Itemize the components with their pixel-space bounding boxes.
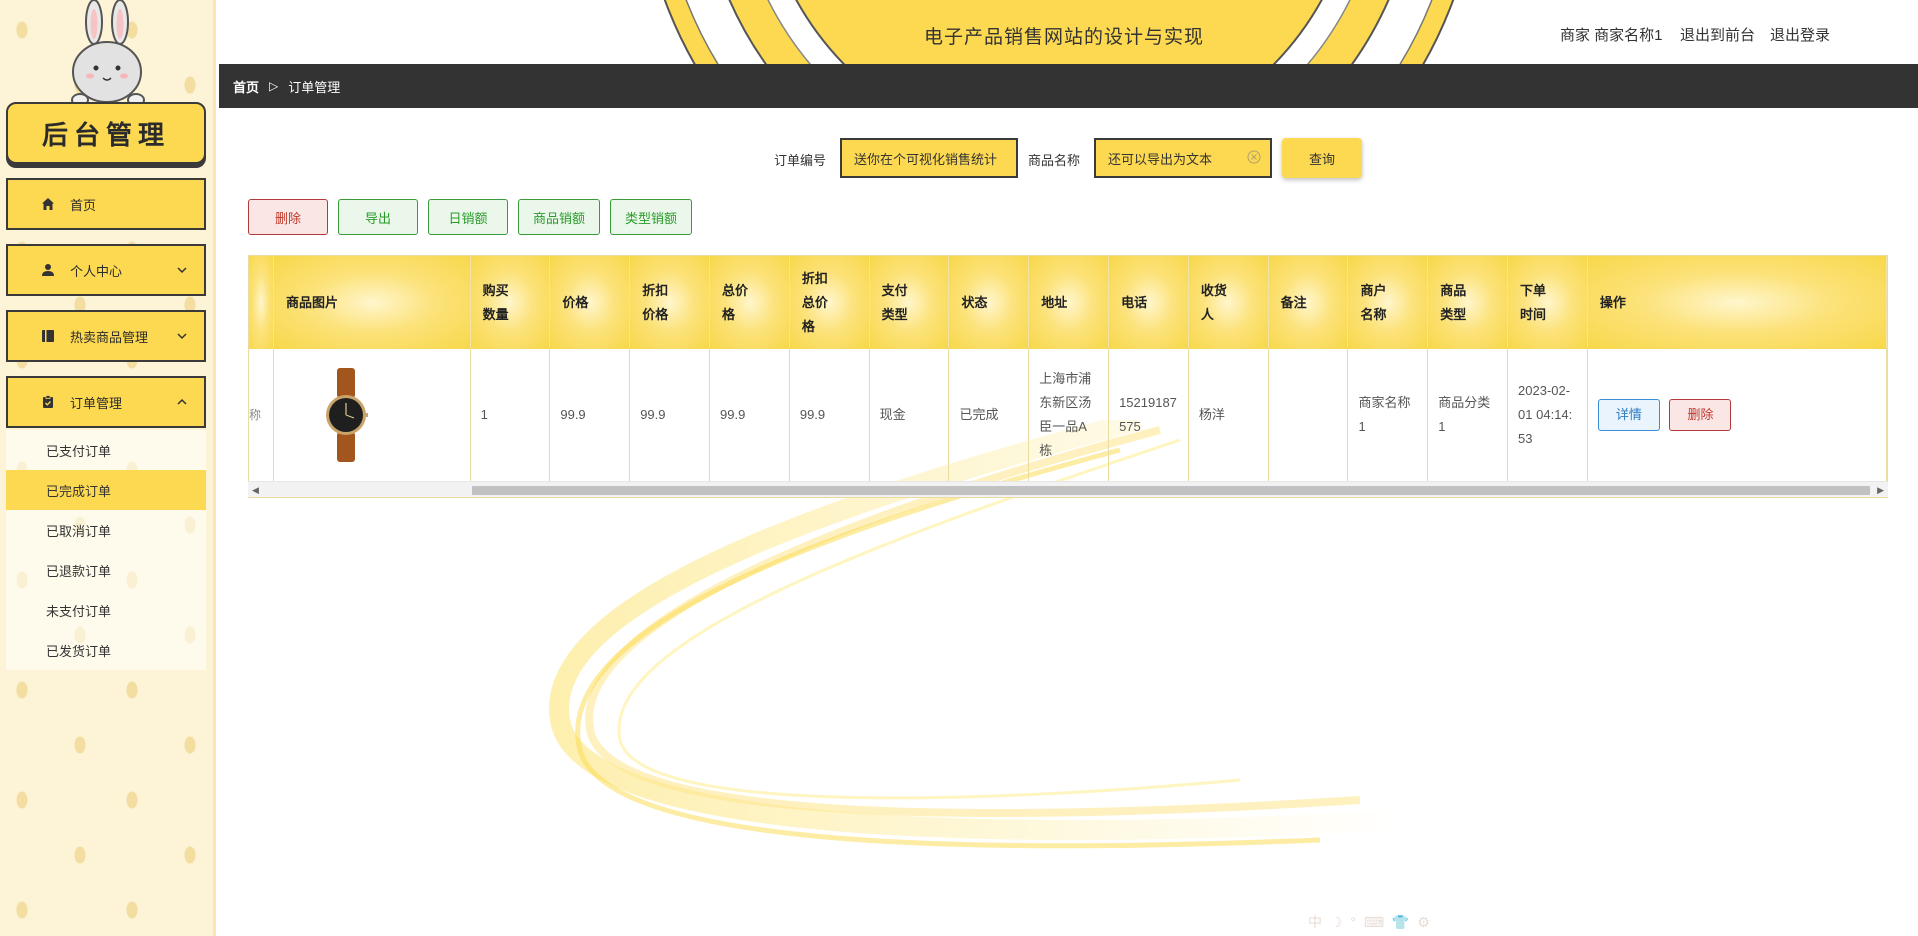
sidebar: 后台管理 首页 个人中心 热卖商品管理 订单管理 已支付订单 已完成订单 已取消… xyxy=(0,0,216,936)
menu-item-label: 订单管理 xyxy=(70,395,123,411)
table-horizontal-scrollbar[interactable]: ◀ ▶ xyxy=(248,481,1888,497)
breadcrumb-separator-icon: ▷ xyxy=(269,79,279,93)
submenu-cancelled-orders[interactable]: 已取消订单 xyxy=(6,510,206,550)
menu-item-profile[interactable]: 个人中心 xyxy=(6,244,206,296)
home-icon xyxy=(40,196,56,212)
table-header-row: 商品图片 购买 数量 价格 折扣 价格 总价 格 折扣 总价 格 支付 类型 状… xyxy=(249,256,1887,349)
phone-cell: 15219187575 xyxy=(1108,349,1189,481)
pay-type-cell: 现金 xyxy=(869,349,950,481)
product-type-cell: 商品分类1 xyxy=(1427,349,1509,481)
column-header: 下单 时间 xyxy=(1507,256,1588,349)
column-header: 商品图片 xyxy=(273,256,471,349)
chevron-down-icon xyxy=(177,333,187,340)
submenu-shipped-orders[interactable]: 已发货订单 xyxy=(6,630,206,670)
menu-item-label: 热卖商品管理 xyxy=(70,329,149,345)
column-header: 收货 人 xyxy=(1188,256,1269,349)
column-header: 购买 数量 xyxy=(470,256,551,349)
submenu-refunded-orders[interactable]: 已退款订单 xyxy=(6,550,206,590)
brand-logo: 后台管理 xyxy=(6,102,206,164)
status-cell: 已完成 xyxy=(948,349,1030,481)
scroll-right-icon[interactable]: ▶ xyxy=(1877,485,1884,496)
row-delete-button[interactable]: 删除 xyxy=(1669,399,1732,431)
total-price-cell: 99.9 xyxy=(709,349,790,481)
scrollbar-thumb[interactable] xyxy=(472,486,1870,495)
column-header: 商户 名称 xyxy=(1347,256,1429,349)
column-header: 支付 类型 xyxy=(869,256,950,349)
table-row: 称 1 99.9 99.9 99.9 99.9 现金 已完成 上海市浦东新区汤臣… xyxy=(249,349,1887,481)
column-header: 价格 xyxy=(549,256,631,349)
merchant-cell: 商家名称1 xyxy=(1347,349,1429,481)
product-image-cell xyxy=(273,349,471,481)
rabbit-mascot-icon xyxy=(71,0,145,107)
query-button[interactable]: 查询 xyxy=(1282,138,1362,178)
clipboard-icon xyxy=(40,394,56,410)
menu-item-orders[interactable]: 订单管理 xyxy=(6,376,206,428)
clear-input-icon[interactable] xyxy=(1246,149,1262,165)
menu-item-hot-products[interactable]: 热卖商品管理 xyxy=(6,310,206,362)
submenu-paid-orders[interactable]: 已支付订单 xyxy=(6,430,206,470)
export-button[interactable]: 导出 xyxy=(338,199,418,235)
menu-item-label: 个人中心 xyxy=(70,263,123,279)
operations-cell: 详情 删除 xyxy=(1587,349,1887,481)
logout-link[interactable]: 退出登录 xyxy=(1770,24,1830,45)
submenu-unpaid-orders[interactable]: 未支付订单 xyxy=(6,590,206,630)
chevron-up-icon xyxy=(177,398,187,405)
menu-item-label: 首页 xyxy=(70,197,97,213)
watch-image xyxy=(326,368,368,462)
column-header: 商品 类型 xyxy=(1427,256,1509,349)
column-header: 电话 xyxy=(1108,256,1189,349)
column-header-partial xyxy=(249,256,274,349)
back-to-frontend-link[interactable]: 退出到前台 xyxy=(1680,24,1755,45)
batch-delete-button[interactable]: 删除 xyxy=(248,199,328,235)
scroll-left-icon[interactable]: ◀ xyxy=(252,485,259,496)
partial-cell: 称 xyxy=(249,349,274,481)
address-cell: 上海市浦东新区汤臣一品A栋 xyxy=(1028,349,1110,481)
site-title: 电子产品销售网站的设计与实现 xyxy=(924,27,1205,48)
user-icon xyxy=(40,262,56,278)
order-no-label: 订单编号 xyxy=(774,153,827,168)
chevron-down-icon xyxy=(177,267,187,274)
type-sales-button[interactable]: 类型销额 xyxy=(610,199,692,235)
product-sales-button[interactable]: 商品销额 xyxy=(518,199,600,235)
submenu-completed-orders[interactable]: 已完成订单 xyxy=(6,470,206,510)
qty-cell: 1 xyxy=(470,349,551,481)
column-header: 操作 xyxy=(1587,256,1887,349)
book-icon xyxy=(40,328,56,344)
menu-item-home[interactable]: 首页 xyxy=(6,178,206,230)
column-header: 折扣 价格 xyxy=(629,256,711,349)
price-cell: 99.9 xyxy=(549,349,631,481)
breadcrumb-current: 订单管理 xyxy=(288,79,341,95)
ime-toolbar: 中 ☽ ° ⌨ 👕 ⚙ xyxy=(1308,914,1432,930)
order-time-cell: 2023-02-01 04:14:53 xyxy=(1507,349,1588,481)
daily-sales-button[interactable]: 日销额 xyxy=(428,199,508,235)
orders-table: 商品图片 购买 数量 价格 折扣 价格 总价 格 折扣 总价 格 支付 类型 状… xyxy=(248,255,1888,498)
detail-button[interactable]: 详情 xyxy=(1597,399,1660,431)
product-name-label: 商品名称 xyxy=(1028,153,1081,168)
brand-title: 后台管理 xyxy=(41,120,170,151)
column-header: 地址 xyxy=(1028,256,1110,349)
column-header: 总价 格 xyxy=(709,256,790,349)
breadcrumb-home[interactable]: 首页 xyxy=(233,77,259,96)
discount-price-cell: 99.9 xyxy=(629,349,711,481)
receiver-cell: 杨洋 xyxy=(1188,349,1269,481)
breadcrumb: 首页 ▷ 订单管理 xyxy=(219,64,1918,108)
column-header: 状态 xyxy=(948,256,1030,349)
discount-total-cell: 99.9 xyxy=(789,349,870,481)
column-header: 折扣 总价 格 xyxy=(789,256,870,349)
remark-cell xyxy=(1268,349,1349,481)
column-header: 备注 xyxy=(1268,256,1349,349)
current-user: 商家 商家名称1 xyxy=(1560,27,1663,44)
order-no-input[interactable] xyxy=(840,138,1018,178)
